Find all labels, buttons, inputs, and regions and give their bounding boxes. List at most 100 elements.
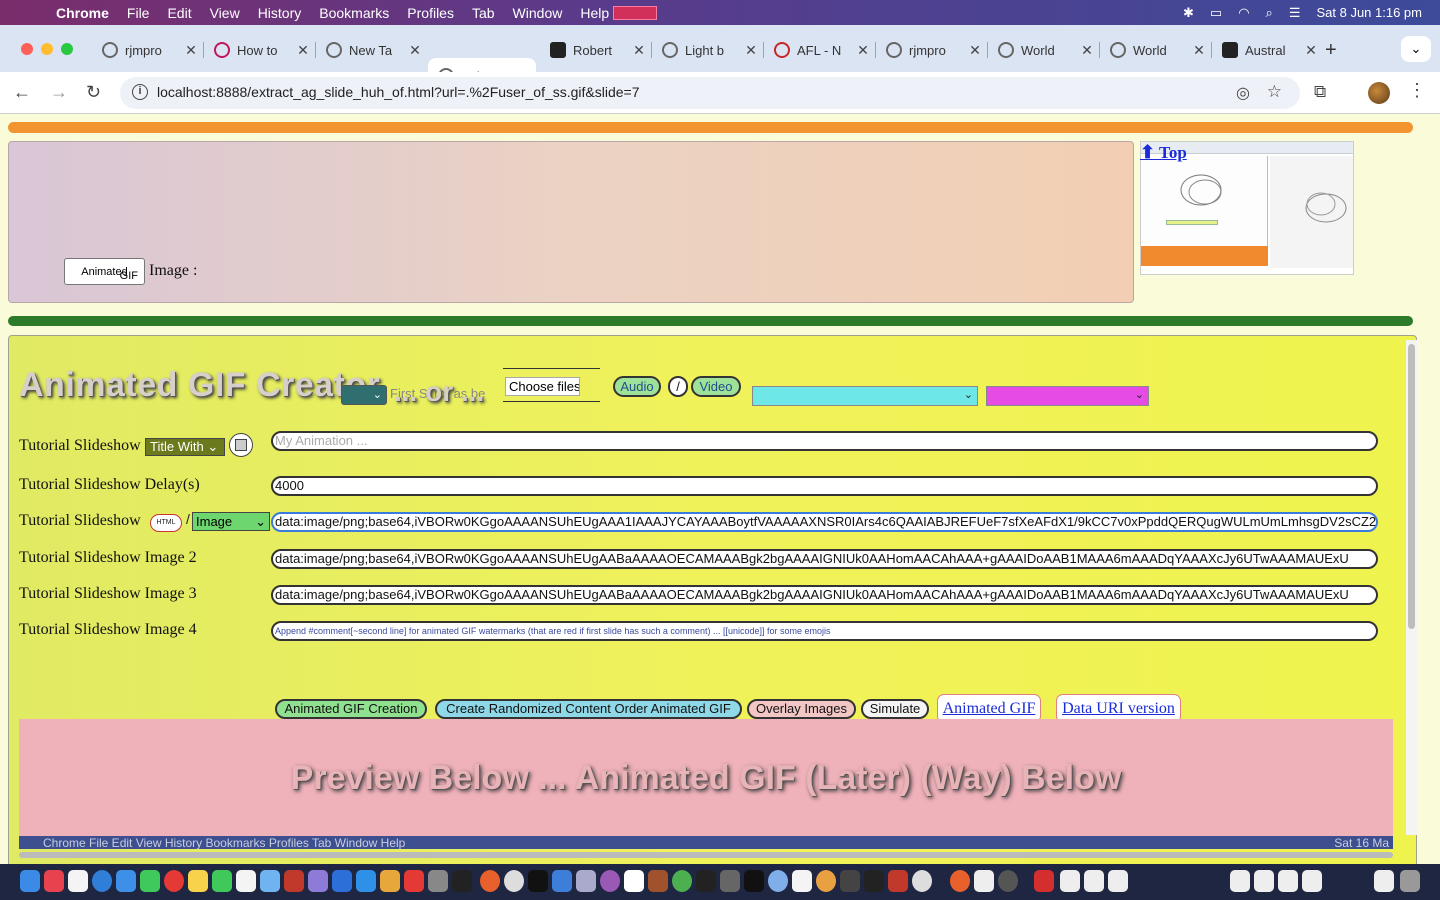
launchpad-icon[interactable] [68, 870, 88, 892]
terminal-icon[interactable] [452, 870, 472, 892]
tab-1[interactable]: rjmpro ✕ [92, 33, 200, 67]
tab-search-chevron-icon[interactable]: ⌄ [1401, 36, 1431, 62]
tab-close-icon[interactable]: ✕ [630, 42, 648, 59]
menu-view[interactable]: View [210, 5, 240, 21]
close-window-button[interactable] [21, 43, 33, 55]
extensions-puzzle-icon[interactable]: ⧉ [1314, 82, 1326, 102]
menu-profiles[interactable]: Profiles [407, 5, 454, 21]
new-tab-icon[interactable]: + [1325, 39, 1337, 62]
tab-close-icon[interactable]: ✕ [966, 42, 984, 59]
menu-bookmarks[interactable]: Bookmarks [319, 5, 389, 21]
tab-close-icon[interactable]: ✕ [742, 42, 760, 59]
control-center-icon[interactable]: ☰ [1289, 5, 1301, 21]
slideshow-title-input[interactable]: My Animation ... [271, 431, 1378, 451]
xcode-icon[interactable] [552, 870, 572, 892]
safari-icon[interactable] [92, 870, 112, 892]
finder-icon[interactable] [20, 870, 40, 892]
eye-slash-icon[interactable]: ◎ [1236, 83, 1250, 103]
window-thumbnail[interactable] [1254, 870, 1274, 892]
video-button[interactable]: Video [691, 376, 741, 397]
menu-help[interactable]: Help [580, 5, 609, 21]
simulate-button[interactable]: Simulate [861, 699, 929, 719]
slideshow-image-1-input[interactable]: data:image/png;base64,iVBORw0KGgoAAAANSU… [271, 512, 1378, 532]
tab-6[interactable]: Light b ✕ [652, 33, 760, 67]
calculator-icon[interactable] [720, 870, 740, 892]
app-icon[interactable] [888, 870, 908, 892]
news-icon[interactable] [404, 870, 424, 892]
trash-icon[interactable] [1400, 870, 1420, 892]
window-thumbnail[interactable] [1060, 870, 1080, 892]
opera-icon[interactable] [164, 870, 184, 892]
slideshow-image-2-input[interactable]: data:image/png;base64,iVBORw0KGgoAAAANSU… [271, 549, 1378, 569]
window-thumbnail[interactable] [1230, 870, 1250, 892]
tab-11[interactable]: Austral ✕ [1212, 33, 1320, 67]
app-icon[interactable] [576, 870, 596, 892]
window-thumbnail[interactable] [1374, 870, 1394, 892]
reload-icon[interactable]: ↻ [86, 82, 101, 103]
title-with-select[interactable]: Title With ⌄ [145, 438, 225, 456]
menu-tab[interactable]: Tab [472, 5, 495, 21]
app-icon[interactable] [696, 870, 716, 892]
app-icon[interactable] [840, 870, 860, 892]
battery-icon[interactable]: ▭ [1210, 5, 1222, 21]
tab-7[interactable]: AFL - N ✕ [764, 33, 872, 67]
bluetooth-icon[interactable]: ✱ [1183, 5, 1194, 21]
facetime-icon[interactable] [212, 870, 232, 892]
photos-icon[interactable] [380, 870, 400, 892]
more-menu-icon[interactable]: ⋮ [1408, 80, 1426, 101]
tab-close-icon[interactable]: ✕ [1302, 42, 1320, 59]
tab-3[interactable]: New Ta ✕ [316, 33, 424, 67]
menu-edit[interactable]: Edit [167, 5, 191, 21]
app-icon[interactable] [648, 870, 668, 892]
minimize-window-button[interactable] [41, 43, 53, 55]
tab-close-icon[interactable]: ✕ [1190, 42, 1208, 59]
profile-avatar[interactable] [1368, 82, 1390, 104]
app-store-icon[interactable] [356, 870, 376, 892]
window-thumbnail[interactable] [1084, 870, 1104, 892]
back-arrow-icon[interactable]: ← [13, 82, 31, 103]
audio-button[interactable]: Audio [613, 376, 661, 397]
site-info-icon[interactable]: i [132, 84, 148, 100]
choose-files-button[interactable]: Choose files [505, 377, 580, 396]
app-icon[interactable] [308, 870, 328, 892]
app-icon[interactable] [428, 870, 448, 892]
tab-10[interactable]: World ✕ [1100, 33, 1208, 67]
tab-close-icon[interactable]: ✕ [406, 42, 424, 59]
music-icon[interactable] [44, 870, 64, 892]
menu-history[interactable]: History [258, 5, 302, 21]
address-bar[interactable]: i localhost:8888/extract_ag_slide_huh_of… [120, 77, 1300, 109]
zoom-window-button[interactable] [61, 43, 73, 55]
overlay-images-button[interactable]: Overlay Images [747, 699, 856, 719]
apple-tv-icon[interactable] [528, 870, 548, 892]
slideshow-image-4-input[interactable]: Append #comment[~second line] for animat… [271, 621, 1378, 641]
messages-icon[interactable] [140, 870, 160, 892]
search-icon[interactable]: ⌕ [1266, 5, 1273, 21]
tab-close-icon[interactable]: ✕ [1078, 42, 1096, 59]
mode-select[interactable]: ⌄ [341, 385, 387, 405]
mail-icon[interactable] [116, 870, 136, 892]
textedit-icon[interactable] [236, 870, 256, 892]
app-icon[interactable] [864, 870, 884, 892]
chrome-dock-icon[interactable] [672, 870, 692, 892]
top-link[interactable]: ⬆ Top [1140, 142, 1187, 163]
tab-9[interactable]: World ✕ [988, 33, 1096, 67]
bookmark-star-icon[interactable]: ☆ [1267, 82, 1282, 102]
calendar-icon[interactable] [624, 870, 644, 892]
app-icon[interactable] [768, 870, 788, 892]
clock[interactable]: Sat 8 Jun 1:16 pm [1316, 5, 1422, 20]
app-icon[interactable] [912, 870, 932, 892]
firefox-icon[interactable] [480, 870, 500, 892]
slideshow-delay-input[interactable]: 4000 [271, 476, 1378, 496]
slash-button[interactable]: / [668, 376, 688, 397]
console-icon[interactable] [744, 870, 764, 892]
menu-file[interactable]: File [127, 5, 150, 21]
slideshow-image-3-input[interactable]: data:image/png;base64,iVBORw0KGgoAAAANSU… [271, 585, 1378, 605]
cyan-dropdown[interactable]: ⌄ [752, 386, 978, 406]
tab-2[interactable]: How to ✕ [204, 33, 312, 67]
preview-icon[interactable] [260, 870, 280, 892]
animated-gif-button[interactable]: Animated GIF [64, 258, 145, 285]
randomized-gif-button[interactable]: Create Randomized Content Order Animated… [435, 699, 742, 719]
tab-8[interactable]: rjmpro ✕ [876, 33, 984, 67]
notes-icon[interactable] [974, 870, 994, 892]
bbedit-icon[interactable] [504, 870, 524, 892]
